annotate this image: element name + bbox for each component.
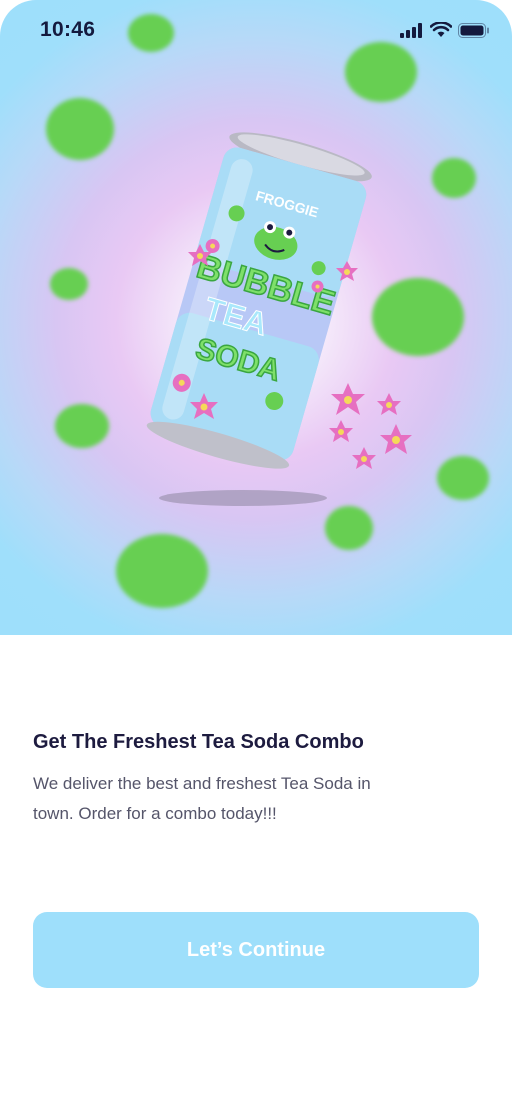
- status-time: 10:46: [40, 18, 96, 41]
- page-description: We deliver the best and freshest Tea Sod…: [33, 774, 371, 823]
- status-icons: [400, 22, 490, 38]
- onboarding-content: Get The Freshest Tea Soda Combo We deliv…: [0, 635, 512, 1109]
- product-illustration: FROGGIE BUBBLE TEA SODA: [0, 0, 512, 635]
- battery-icon: [458, 22, 489, 38]
- onboarding-screen: FROGGIE BUBBLE TEA SODA 10:46 Get The Fr…: [0, 0, 512, 1109]
- hero-illustration: FROGGIE BUBBLE TEA SODA: [0, 0, 512, 635]
- continue-button[interactable]: Let’s Continue: [33, 912, 479, 988]
- bubble-tea-soda-can: FROGGIE BUBBLE TEA SODA: [146, 132, 412, 506]
- status-bar: 10:46: [0, 0, 512, 60]
- wifi-icon: [430, 22, 452, 37]
- page-title: Get The Freshest Tea Soda Combo: [33, 731, 364, 753]
- signal-icon: [400, 22, 422, 38]
